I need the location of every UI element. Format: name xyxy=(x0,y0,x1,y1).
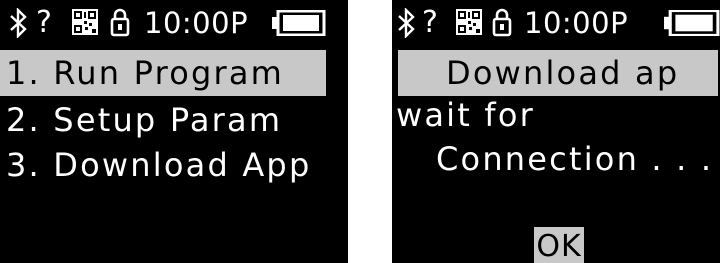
menu-item-setup-param[interactable]: 2. Setup Param xyxy=(0,97,348,143)
device-screen-main-menu: ? 10:00P 1. Run Program 2. Setup Param 3… xyxy=(0,0,348,263)
battery-full-icon xyxy=(272,10,326,36)
wait-for-text: wait for xyxy=(396,96,535,134)
battery-full-icon xyxy=(664,10,720,36)
padlock-icon xyxy=(492,8,512,37)
qr-code-icon xyxy=(456,9,482,35)
status-bar: ? 10:00P xyxy=(0,4,348,42)
device-screen-download: ? 10:00P Download ap wait for Connection… xyxy=(392,0,720,263)
status-bar: ? 10:00P xyxy=(392,4,720,42)
clock-time: 10:00P xyxy=(144,6,249,40)
padlock-icon xyxy=(110,8,130,37)
clock-time: 10:00P xyxy=(524,6,629,40)
qr-code-icon xyxy=(72,9,98,35)
bluetooth-icon xyxy=(10,8,27,38)
screen-header-download: Download ap xyxy=(398,50,718,96)
unknown-status-label: ? xyxy=(422,5,438,40)
menu-item-run-program[interactable]: 1. Run Program xyxy=(0,50,326,96)
ok-button[interactable]: OK xyxy=(534,227,584,263)
menu-item-download-app[interactable]: 3. Download App xyxy=(0,142,348,188)
unknown-status-label: ? xyxy=(36,5,52,40)
connection-status-text: Connection . . . xyxy=(436,140,714,178)
bluetooth-icon xyxy=(398,8,415,38)
